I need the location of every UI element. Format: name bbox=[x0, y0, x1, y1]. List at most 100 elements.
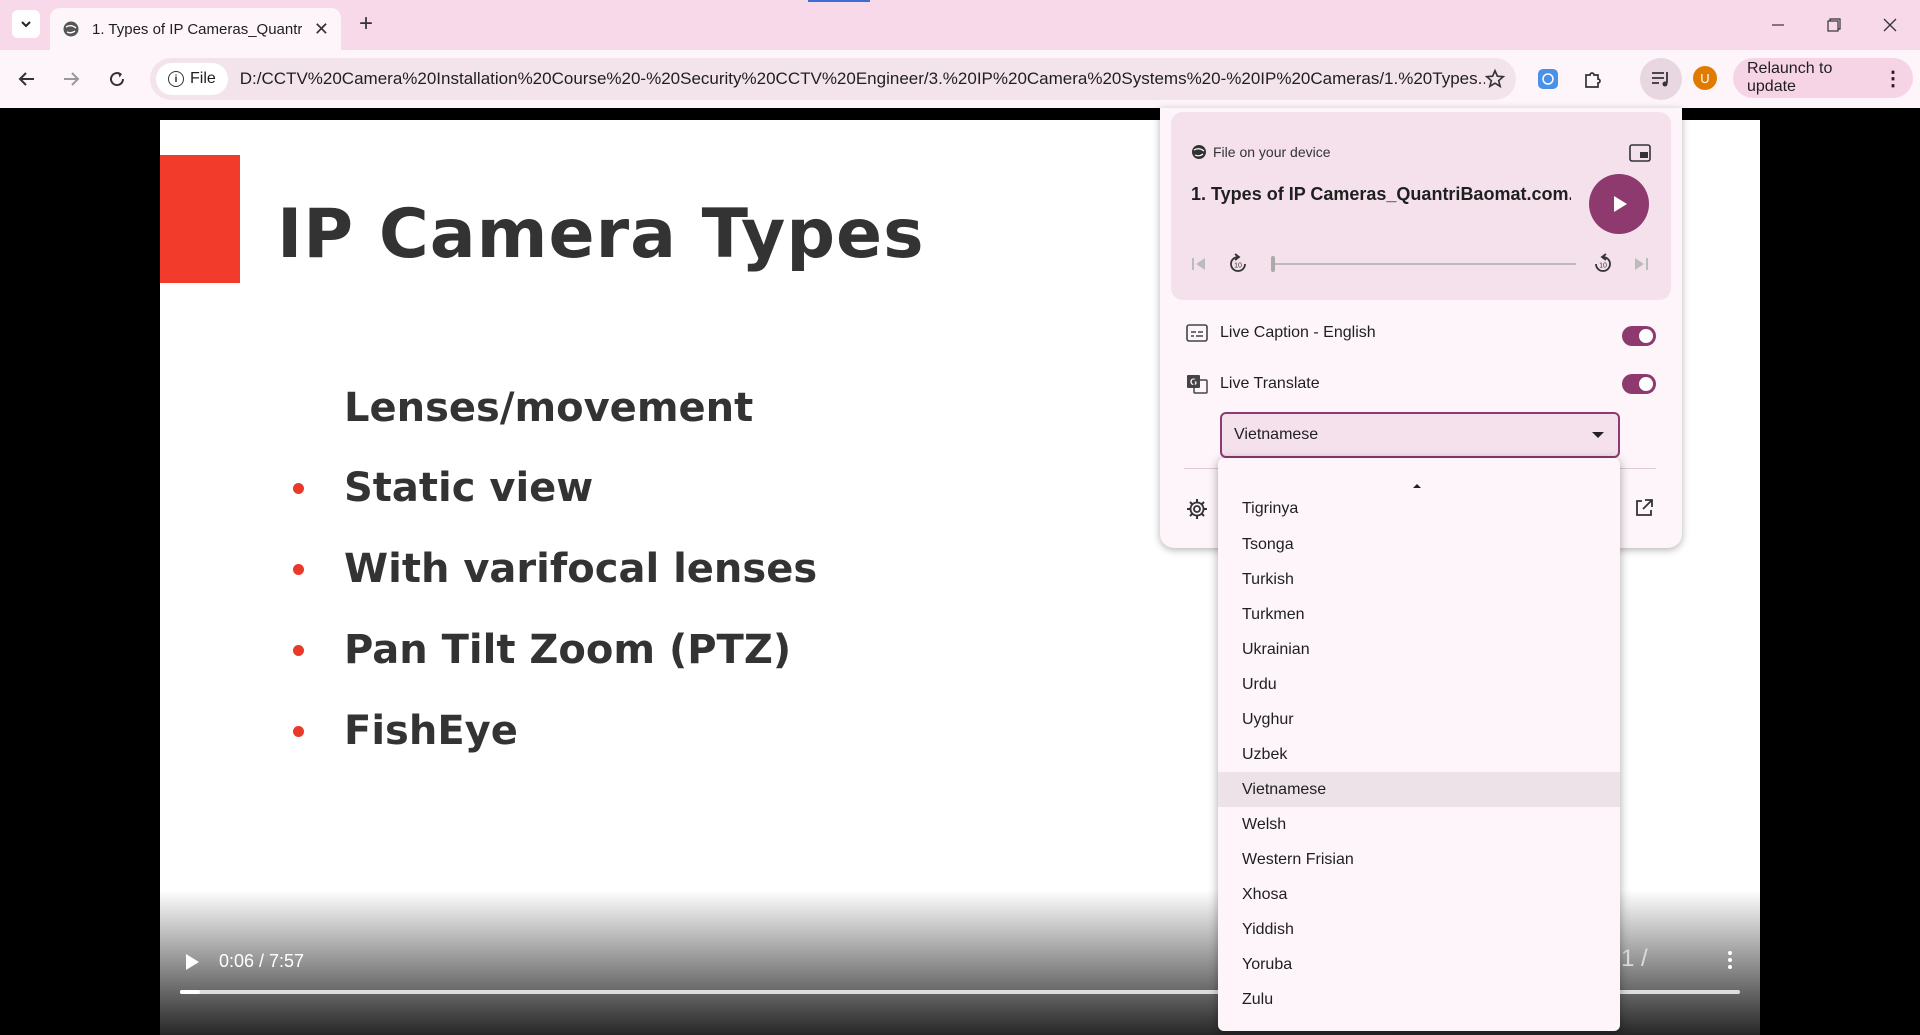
media-control-row: 10 10 bbox=[1191, 252, 1651, 276]
back-button[interactable] bbox=[12, 64, 42, 94]
puzzle-icon bbox=[1585, 72, 1601, 88]
media-source-label: File on your device bbox=[1213, 144, 1331, 160]
video-time: 0:06 / 7:57 bbox=[219, 951, 305, 971]
media-seek-thumb[interactable] bbox=[1271, 256, 1275, 272]
svg-text:10: 10 bbox=[1599, 263, 1607, 270]
reload-button[interactable] bbox=[102, 64, 132, 94]
media-seek-track[interactable] bbox=[1271, 263, 1576, 265]
slide-bullet: Pan Tilt Zoom (PTZ) bbox=[344, 627, 792, 673]
extension-app-icon bbox=[1538, 69, 1558, 89]
slide-bullet: FishEye bbox=[344, 708, 518, 754]
relaunch-button[interactable]: Relaunch to update ⋮ bbox=[1733, 58, 1913, 98]
tab-close-icon[interactable]: ✕ bbox=[314, 19, 329, 40]
slide-title: IP Camera Types bbox=[277, 195, 925, 274]
media-controls-button[interactable] bbox=[1640, 58, 1682, 100]
video-more-icon[interactable] bbox=[1720, 950, 1740, 970]
media-source: File on your device bbox=[1191, 144, 1331, 160]
bullet-dot bbox=[293, 564, 304, 575]
globe-icon bbox=[63, 21, 79, 37]
restore-icon bbox=[1827, 18, 1841, 32]
slide-bullet: With varifocal lenses bbox=[344, 546, 818, 592]
more-vert-icon: ⋮ bbox=[1883, 67, 1903, 90]
media-title: 1. Types of IP Cameras_QuantriBaomat.com… bbox=[1191, 184, 1571, 204]
closed-caption-icon bbox=[1186, 324, 1208, 342]
bookmark-star-icon[interactable] bbox=[1484, 68, 1506, 90]
video-progress-fill bbox=[180, 990, 201, 994]
media-play-button[interactable] bbox=[1589, 174, 1649, 234]
slide-bullet: Static view bbox=[344, 465, 594, 511]
translate-icon: G bbox=[1187, 375, 1208, 394]
tab-drag-indicator bbox=[808, 0, 870, 2]
language-option[interactable]: Uyghur bbox=[1218, 702, 1620, 737]
tab-search-button[interactable] bbox=[12, 10, 40, 38]
site-info-chip[interactable]: i File bbox=[156, 63, 228, 95]
active-tab[interactable]: 1. Types of IP Cameras_QuantriBaomat.com… bbox=[50, 8, 341, 50]
forward-10-icon[interactable]: 10 bbox=[1591, 252, 1615, 276]
language-option-selected[interactable]: Vietnamese bbox=[1218, 772, 1620, 807]
reload-icon bbox=[110, 72, 125, 87]
language-option[interactable]: Turkish bbox=[1218, 562, 1620, 597]
slide-accent-bar bbox=[160, 155, 240, 283]
live-translate-row: G Live Translate bbox=[1186, 374, 1320, 394]
site-info-label: File bbox=[190, 70, 216, 87]
language-option[interactable]: Ukrainian bbox=[1218, 632, 1620, 667]
minimize-button[interactable] bbox=[1750, 0, 1806, 50]
slide-subtitle: Lenses/movement bbox=[344, 385, 754, 431]
replay-10-icon[interactable]: 10 bbox=[1226, 252, 1250, 276]
selected-language: Vietnamese bbox=[1234, 426, 1319, 443]
bullet-dot bbox=[293, 483, 304, 494]
profile-avatar[interactable]: U bbox=[1693, 66, 1717, 90]
live-caption-row: Live Caption - English bbox=[1186, 324, 1376, 342]
language-option[interactable]: Western Frisian bbox=[1218, 842, 1620, 877]
info-icon: i bbox=[168, 71, 184, 87]
language-option[interactable]: Tsonga bbox=[1218, 527, 1620, 562]
restore-button[interactable] bbox=[1806, 0, 1862, 50]
language-option[interactable]: Urdu bbox=[1218, 667, 1620, 702]
new-tab-button[interactable]: + bbox=[352, 10, 380, 38]
bullet-dot bbox=[293, 645, 304, 656]
url-text[interactable]: D:/CCTV%20Camera%20Installation%20Course… bbox=[240, 69, 1485, 89]
extension-button[interactable] bbox=[1533, 64, 1563, 94]
tab-title: 1. Types of IP Cameras_QuantriBaomat.com bbox=[92, 20, 302, 38]
language-option[interactable]: Tigrinya bbox=[1218, 492, 1620, 518]
live-caption-label: Live Caption - English bbox=[1220, 324, 1376, 341]
relaunch-label: Relaunch to update bbox=[1747, 60, 1833, 95]
forward-button[interactable] bbox=[56, 64, 86, 94]
globe-icon bbox=[1192, 145, 1206, 159]
live-caption-toggle[interactable] bbox=[1622, 326, 1656, 346]
tab-strip: 1. Types of IP Cameras_QuantriBaomat.com… bbox=[0, 0, 1920, 50]
minimize-icon bbox=[1772, 24, 1784, 26]
scroll-up-arrow-icon[interactable] bbox=[1413, 484, 1421, 488]
browser-toolbar: i File D:/CCTV%20Camera%20Installation%2… bbox=[0, 50, 1920, 108]
live-translate-toggle[interactable] bbox=[1622, 374, 1656, 394]
video-play-icon[interactable] bbox=[182, 952, 202, 972]
language-option[interactable]: Turkmen bbox=[1218, 597, 1620, 632]
open-external-icon[interactable] bbox=[1634, 498, 1654, 518]
close-icon bbox=[1883, 18, 1897, 32]
language-option[interactable]: Uzbek bbox=[1218, 737, 1620, 772]
gear-icon[interactable] bbox=[1186, 498, 1208, 520]
language-option[interactable]: Zulu bbox=[1218, 982, 1620, 1017]
live-translate-label: Live Translate bbox=[1220, 375, 1320, 392]
address-bar[interactable]: i File D:/CCTV%20Camera%20Installation%2… bbox=[150, 58, 1516, 100]
language-option[interactable]: Yiddish bbox=[1218, 912, 1620, 947]
picture-in-picture-icon[interactable] bbox=[1629, 144, 1651, 162]
media-card: File on your device 1. Types of IP Camer… bbox=[1171, 112, 1671, 300]
language-option[interactable]: Yoruba bbox=[1218, 947, 1620, 982]
translate-language-select[interactable]: Vietnamese bbox=[1220, 412, 1620, 458]
next-track-icon[interactable] bbox=[1633, 256, 1649, 272]
language-dropdown-list[interactable]: Tigrinya Tsonga Turkish Turkmen Ukrainia… bbox=[1218, 458, 1620, 1031]
play-icon bbox=[1614, 196, 1627, 212]
back-arrow-icon bbox=[18, 72, 34, 86]
chevron-down-icon bbox=[21, 21, 31, 28]
svg-text:10: 10 bbox=[1234, 263, 1242, 270]
bullet-dot bbox=[293, 726, 304, 737]
extensions-menu-button[interactable] bbox=[1578, 64, 1608, 94]
close-window-button[interactable] bbox=[1862, 0, 1918, 50]
language-option[interactable]: Welsh bbox=[1218, 807, 1620, 842]
language-option[interactable]: Xhosa bbox=[1218, 877, 1620, 912]
previous-track-icon[interactable] bbox=[1191, 256, 1207, 272]
forward-arrow-icon bbox=[64, 72, 80, 86]
video-overlay-text: 1 / bbox=[1621, 945, 1648, 972]
dropdown-arrow-icon bbox=[1592, 432, 1604, 438]
